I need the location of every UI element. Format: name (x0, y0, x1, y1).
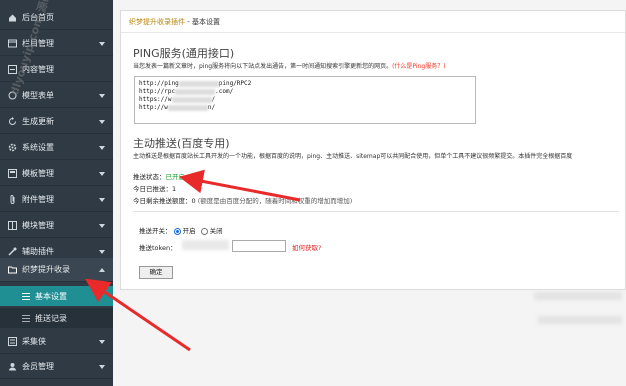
arrow-to-push-status (179, 169, 301, 202)
annotation-arrows (85, 169, 301, 352)
arrow-to-plugin-menu (85, 278, 191, 352)
